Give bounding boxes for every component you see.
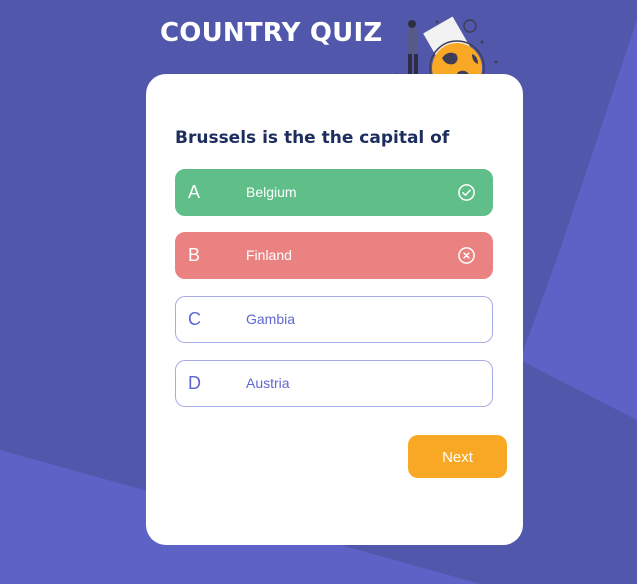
quiz-card: Brussels is the the capital of A Belgium…	[146, 74, 523, 545]
option-letter: B	[188, 245, 201, 265]
answer-option-d[interactable]: D Austria	[175, 360, 493, 407]
option-label: Finland	[246, 247, 292, 263]
check-circle-icon	[458, 184, 475, 201]
answer-option-a[interactable]: A Belgium	[175, 169, 493, 216]
option-letter: D	[188, 373, 201, 393]
option-letter: A	[188, 182, 201, 202]
next-button[interactable]: Next	[408, 435, 507, 478]
option-label: Gambia	[246, 311, 296, 327]
app-title: COUNTRY QUIZ	[160, 18, 383, 48]
option-label: Belgium	[246, 184, 297, 200]
x-circle-icon	[458, 247, 475, 264]
option-label: Austria	[246, 375, 290, 391]
answer-option-c[interactable]: C Gambia	[175, 296, 493, 343]
answer-option-b[interactable]: B Finland	[175, 232, 493, 279]
option-letter: C	[188, 309, 201, 329]
question-text: Brussels is the the capital of	[175, 128, 450, 148]
